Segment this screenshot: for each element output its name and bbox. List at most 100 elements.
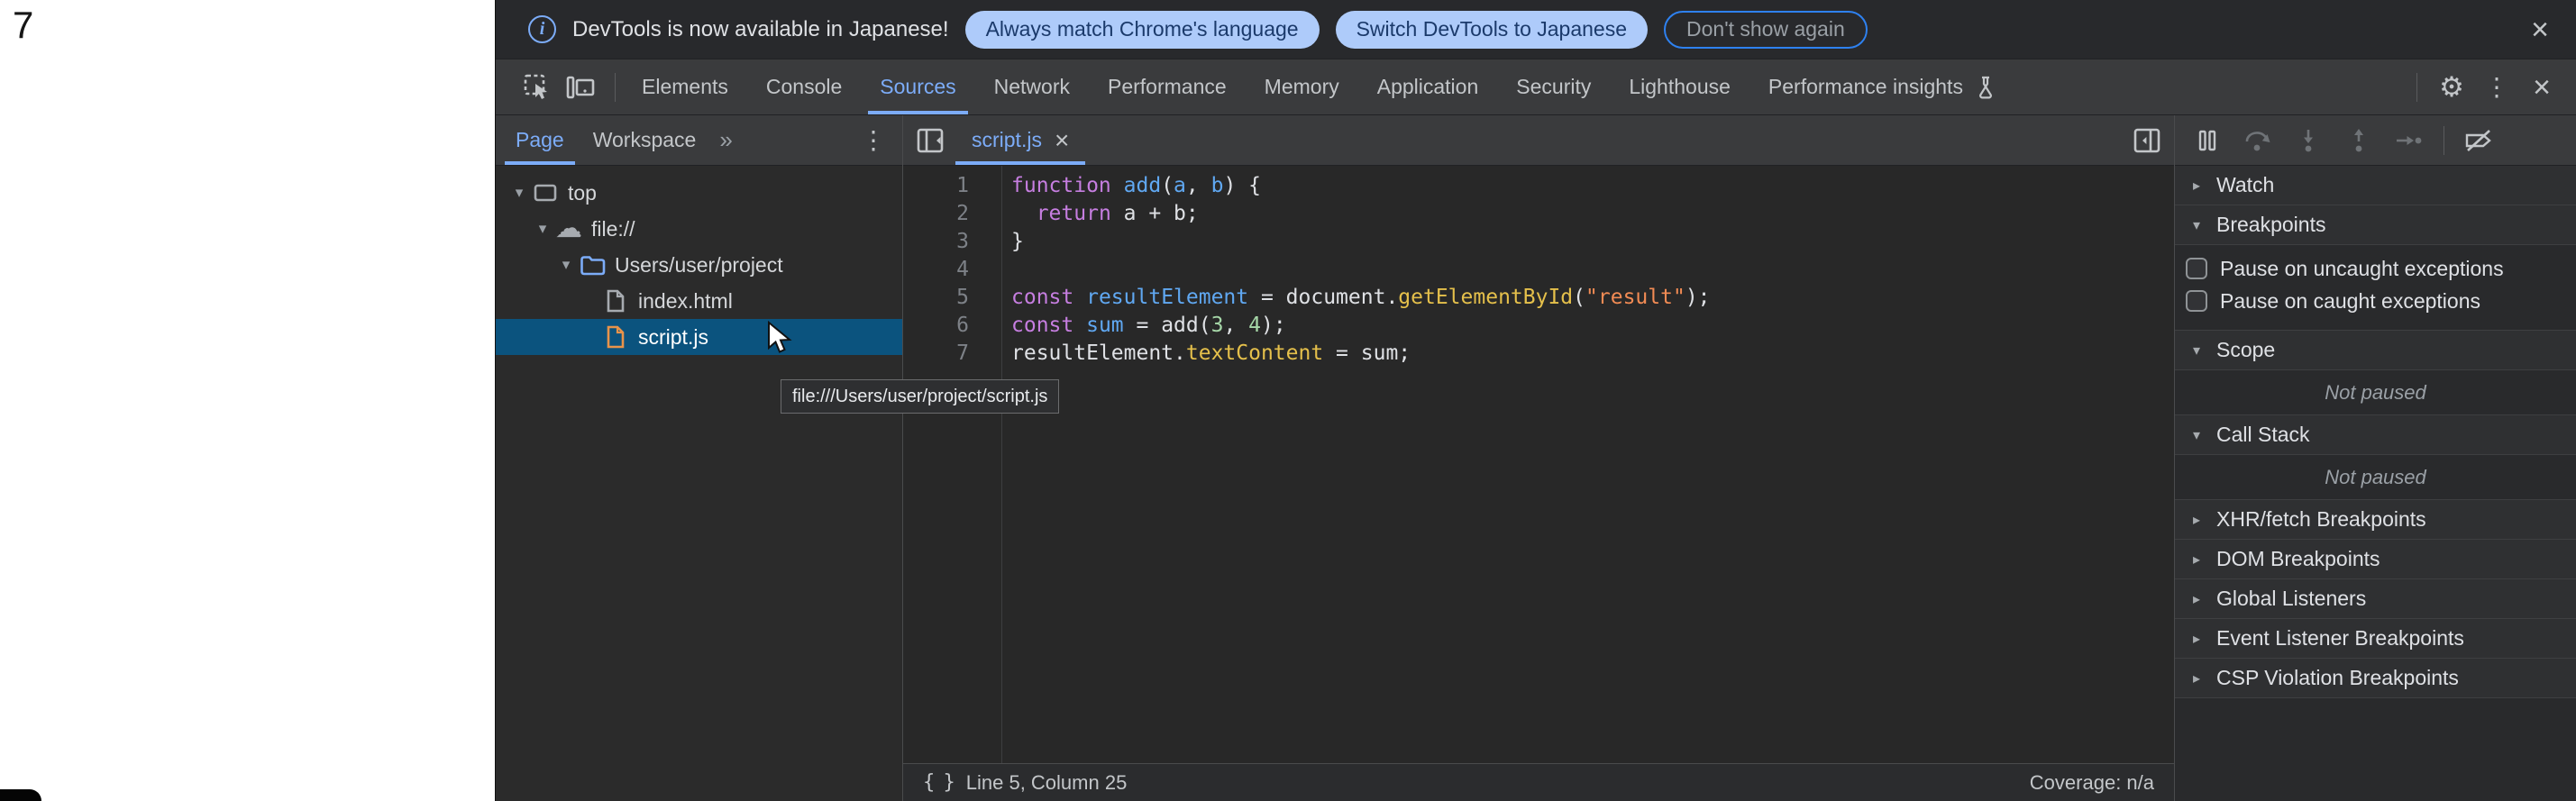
step-into-icon[interactable] [2285,121,2332,160]
section-header-breakpoints[interactable]: ▾Breakpoints [2175,205,2576,245]
section-arrow-icon: ▸ [2188,511,2206,529]
code-token: = document. [1248,286,1398,309]
expand-arrow-icon[interactable]: ▾ [532,220,553,238]
checkbox-unchecked[interactable] [2186,290,2207,312]
line-number: 3 [903,228,969,256]
kebab-menu-icon[interactable]: ⋮ [2479,69,2515,105]
tab-label: Console [766,75,842,99]
settings-gear-icon[interactable]: ⚙ [2434,69,2470,105]
toolbar-divider [615,73,616,102]
code-line [1011,256,2174,284]
file-path-tooltip: file:///Users/user/project/script.js [781,379,1059,414]
debugger-toolbar [2175,115,2576,166]
tree-item-top[interactable]: ▾top [496,175,902,211]
code-token: return [1037,202,1111,225]
editor-tab-scriptjs[interactable]: script.js × [955,115,1085,165]
tab-memory[interactable]: Memory [1246,59,1358,114]
checkbox-unchecked[interactable] [2186,258,2207,279]
tab-close-icon[interactable]: × [1055,128,1069,153]
tree-item-script.js[interactable]: script.js [496,319,902,355]
section-header-watch[interactable]: ▸Watch [2175,166,2576,205]
pause-script-icon[interactable] [2184,121,2231,160]
code-editor[interactable]: 1234567 function add(a, b) { return a + … [903,166,2174,763]
section-label: Global Listeners [2216,587,2366,611]
section-header-call-stack[interactable]: ▾Call Stack [2175,415,2576,455]
sources-navigator-pane: PageWorkspace » ⋮ ▾top▾☁file://▾Users/us… [496,115,903,801]
tab-performance[interactable]: Performance [1089,59,1246,114]
inspect-element-icon[interactable] [519,69,555,105]
section-arrow-icon: ▸ [2188,590,2206,608]
language-infobar: i DevTools is now available in Japanese!… [496,0,2576,59]
tree-item-file-[interactable]: ▾☁file:// [496,211,902,247]
section-message: Not paused [2175,370,2576,415]
file-tree: ▾top▾☁file://▾Users/user/projectindex.ht… [496,166,902,801]
tab-console[interactable]: Console [747,59,861,114]
code-token: function [1011,174,1111,197]
navigator-tab-workspace[interactable]: Workspace [579,115,711,165]
toolbar-right-divider [2416,73,2417,102]
line-number: 7 [903,340,969,368]
deactivate-breakpoints-icon[interactable] [2455,121,2502,160]
tab-performance-insights[interactable]: Performance insights [1749,59,2016,114]
code-line: function add(a, b) { [1011,172,2174,200]
tab-application[interactable]: Application [1358,59,1498,114]
navigator-tab-page[interactable]: Page [501,115,579,165]
code-token: sum [1086,314,1124,337]
devtools-close-icon[interactable]: × [2524,69,2560,105]
tree-item-users-user-project[interactable]: ▾ Users/user/project [496,247,902,283]
tab-label: Sources [880,75,955,99]
more-tabs-icon[interactable]: » [710,115,741,165]
code-line: const resultElement = document.getElemen… [1011,284,2174,312]
code-token: a [1174,174,1186,197]
tree-item-label: script.js [638,325,708,350]
section-header-global-listeners[interactable]: ▸ Global Listeners [2175,579,2576,619]
checkbox-row: Pause on uncaught exceptions [2186,252,2576,285]
match-language-button[interactable]: Always match Chrome's language [965,11,1320,49]
section-header-dom-breakpoints[interactable]: ▸DOM Breakpoints [2175,540,2576,579]
code-token: , [1186,174,1211,197]
section-header-event-listener-breakpoints[interactable]: ▸Event Listener Breakpoints [2175,619,2576,659]
step-icon[interactable] [2386,121,2433,160]
infobar-close-icon[interactable]: × [2526,14,2554,45]
section-label: Call Stack [2216,423,2310,447]
tab-sources[interactable]: Sources [861,59,974,114]
tree-item-index.html[interactable]: index.html [496,283,902,319]
tree-item-label: file:// [591,217,635,241]
panel-tabs: ElementsConsoleSourcesNetworkPerformance… [623,59,2016,114]
section-header-xhr-fetch-breakpoints[interactable]: ▸XHR/fetch Breakpoints [2175,500,2576,540]
section-header-scope[interactable]: ▾Scope [2175,331,2576,370]
hide-navigator-icon[interactable] [916,115,945,165]
navigator-kebab-icon[interactable]: ⋮ [845,115,902,165]
step-out-icon[interactable] [2335,121,2382,160]
tab-lighthouse[interactable]: Lighthouse [1610,59,1749,114]
section-header-csp-violation-breakpoints[interactable]: ▸CSP Violation Breakpoints [2175,659,2576,698]
pretty-print-icon[interactable]: { } [923,771,954,794]
code-token [1011,202,1037,225]
code-line: } [1011,228,2174,256]
code-token: "result" [1585,286,1685,309]
device-toolbar-icon[interactable] [562,69,598,105]
section-message: Not paused [2175,455,2576,500]
tree-item-label: Users/user/project [615,253,783,278]
dont-show-again-button[interactable]: Don't show again [1664,11,1868,49]
switch-japanese-button[interactable]: Switch DevTools to Japanese [1336,11,1648,49]
expand-arrow-icon[interactable]: ▾ [508,184,530,202]
cursor-position-label: Line 5, Column 25 [966,771,1128,795]
hide-debugger-icon[interactable] [2133,115,2161,165]
desktop: 7 i DevTools is now available in Japanes… [0,0,2576,801]
code-token: resultElement. [1011,341,1186,365]
step-over-icon[interactable] [2234,121,2281,160]
expand-arrow-icon[interactable]: ▾ [555,256,577,274]
code-token: ); [1261,314,1286,337]
code-token: a + b; [1111,202,1199,225]
section-arrow-icon: ▸ [2188,630,2206,648]
section-arrow-icon: ▸ [2188,177,2206,195]
checkbox-row: Pause on caught exceptions [2186,285,2576,317]
code-line: return a + b; [1011,200,2174,228]
tab-security[interactable]: Security [1497,59,1610,114]
tab-elements[interactable]: Elements [623,59,747,114]
tab-network[interactable]: Network [975,59,1089,114]
flask-icon [1974,75,1997,100]
section-arrow-icon: ▸ [2188,551,2206,569]
bottom-left-window-corner [0,789,41,801]
